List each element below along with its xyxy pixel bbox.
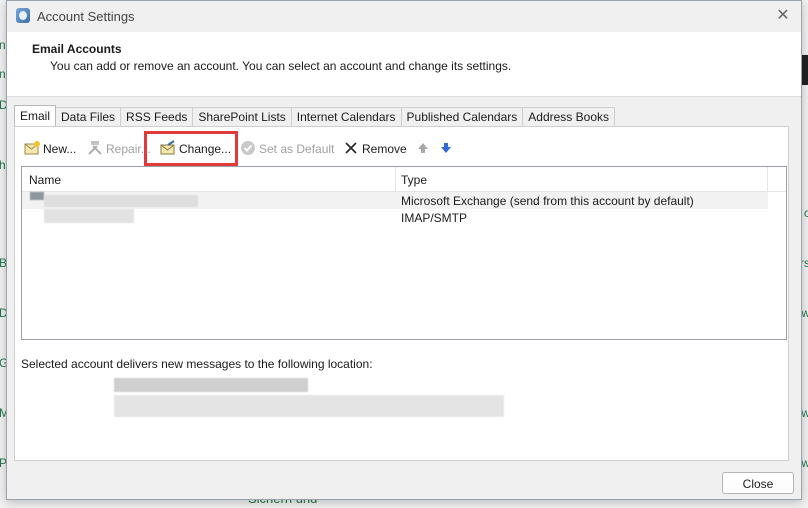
tab-address-books[interactable]: Address Books <box>522 107 615 126</box>
close-button[interactable]: Close <box>722 472 794 494</box>
delivery-location-label: Selected account delivers new messages t… <box>21 357 373 371</box>
background-letter: w <box>801 306 808 320</box>
header-title: Email Accounts <box>32 42 122 56</box>
background-letter: c <box>804 206 808 220</box>
account-name-redacted <box>30 192 44 200</box>
window-title: Account Settings <box>37 9 135 24</box>
tab-data-files[interactable]: Data Files <box>55 107 122 126</box>
column-divider[interactable] <box>767 167 768 191</box>
background-letter: h <box>0 158 6 172</box>
account-name-redacted <box>44 195 198 207</box>
new-label: New... <box>43 142 77 156</box>
move-down-button[interactable] <box>438 138 457 160</box>
arrow-down-icon <box>441 143 451 153</box>
tab-rss-feeds[interactable]: RSS Feeds <box>120 107 194 126</box>
delivery-location-redacted <box>114 395 504 417</box>
column-header-type[interactable]: Type <box>401 173 427 187</box>
account-type: Microsoft Exchange (send from this accou… <box>401 194 694 208</box>
background-letter: n <box>0 38 6 52</box>
background-letter: w <box>801 456 808 470</box>
account-name-redacted <box>44 209 134 223</box>
title-bar: Account Settings ✕ <box>7 1 801 32</box>
column-divider[interactable] <box>395 167 396 191</box>
header-subtitle: You can add or remove an account. You ca… <box>50 59 512 73</box>
tab-strip: Email Data Files RSS Feeds SharePoint Li… <box>14 105 615 127</box>
new-button[interactable]: New... <box>24 138 76 160</box>
set-as-default-label: Set as Default <box>259 142 335 156</box>
remove-x-icon <box>345 142 357 154</box>
outlook-icon <box>16 8 30 23</box>
close-icon[interactable]: ✕ <box>773 6 793 26</box>
repair-button[interactable]: Repair... <box>87 138 151 160</box>
list-header: Name Type <box>22 167 786 192</box>
account-list[interactable]: Name Type Microsoft Exchange (send from … <box>21 166 787 340</box>
column-header-name[interactable]: Name <box>29 173 61 187</box>
move-up-button[interactable] <box>415 138 434 160</box>
background-letter: w <box>801 406 808 420</box>
tab-published-calendars[interactable]: Published Calendars <box>400 107 524 126</box>
arrow-up-icon <box>418 143 428 153</box>
background-letter: n <box>0 67 6 81</box>
tab-internet-calendars[interactable]: Internet Calendars <box>290 107 402 126</box>
remove-button[interactable]: Remove <box>343 138 407 160</box>
change-button-highlight <box>144 131 238 166</box>
tab-sharepoint-lists[interactable]: SharePoint Lists <box>192 107 292 126</box>
new-account-icon <box>24 141 40 155</box>
remove-label: Remove <box>362 142 407 156</box>
checkmark-icon <box>241 141 255 155</box>
tab-email[interactable]: Email <box>14 105 57 126</box>
set-as-default-button[interactable]: Set as Default <box>240 138 334 160</box>
list-item[interactable]: IMAP/SMTP <box>22 209 768 226</box>
dialog-header: Email Accounts You can add or remove an … <box>7 32 801 97</box>
repair-tools-icon <box>88 141 102 155</box>
delivery-location-redacted <box>114 378 308 392</box>
list-item[interactable]: Microsoft Exchange (send from this accou… <box>22 192 768 209</box>
account-type: IMAP/SMTP <box>401 211 468 225</box>
